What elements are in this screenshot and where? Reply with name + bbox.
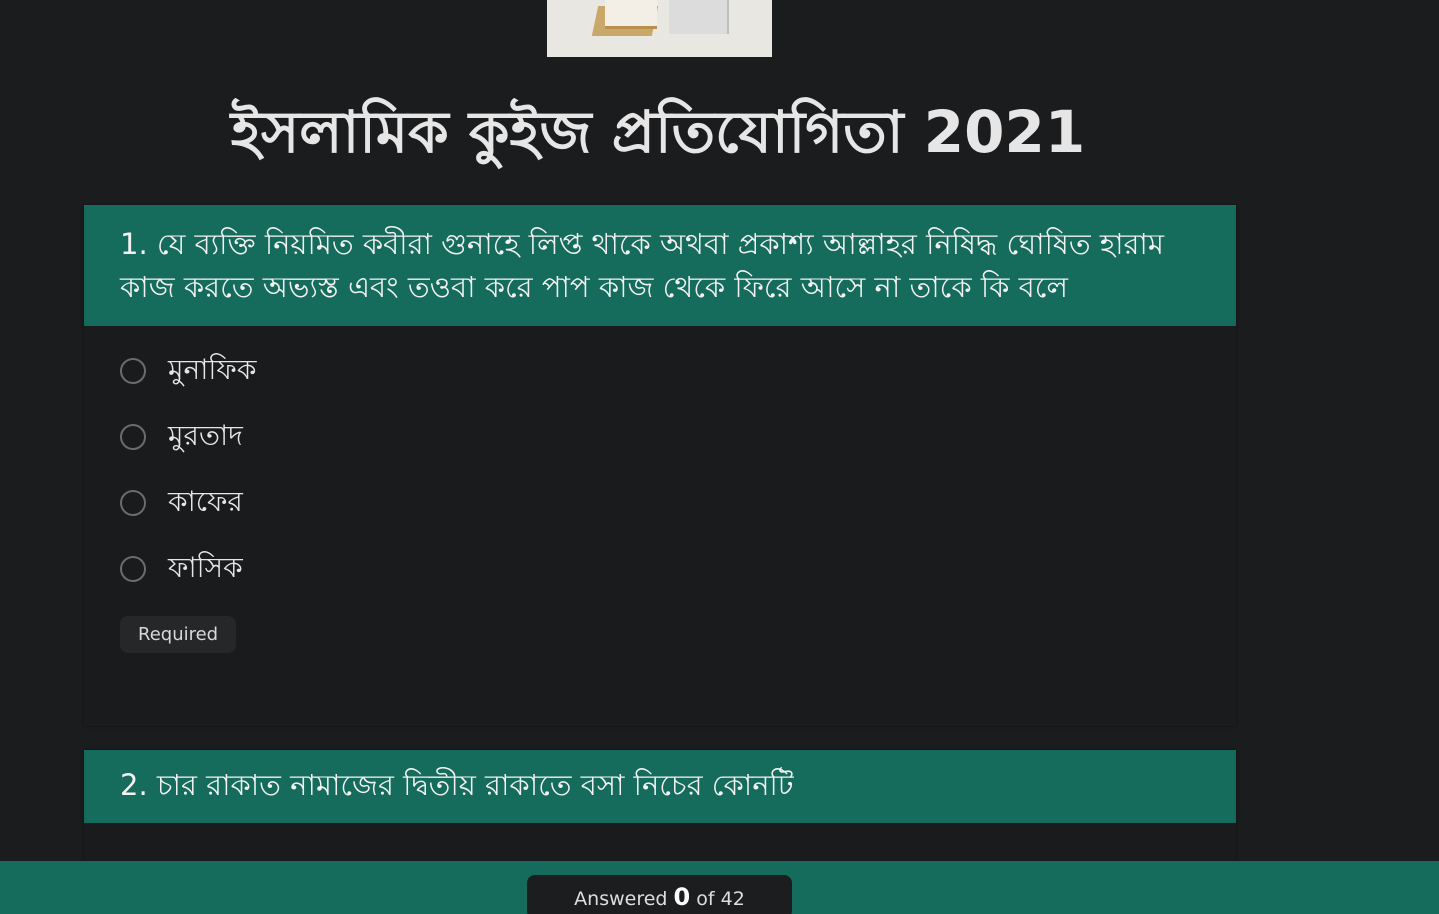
radio-button[interactable] bbox=[120, 490, 146, 516]
package-shape bbox=[669, 0, 729, 34]
answered-counter: Answered 0 of 42 bbox=[527, 875, 792, 914]
option-label: মুরতাদ bbox=[168, 418, 243, 452]
banner-image bbox=[547, 0, 772, 57]
option-3[interactable]: কাফের bbox=[84, 470, 1236, 536]
answered-label: Answered bbox=[574, 888, 668, 910]
answered-count: 0 bbox=[673, 883, 691, 911]
radio-button[interactable] bbox=[120, 424, 146, 450]
total-label: of 42 bbox=[696, 888, 745, 910]
question-card-1: 1. যে ব্যক্তি নিয়মিত কবীরা গুনাহে লিপ্ত… bbox=[84, 205, 1236, 726]
question-text: 2. চার রাকাত নামাজের দ্বিতীয় রাকাতে বসা… bbox=[84, 750, 1236, 823]
page-title: ইসলামিক কুইজ প্রতিযোগিতা 2021 bbox=[230, 98, 1086, 166]
radio-button[interactable] bbox=[120, 556, 146, 582]
option-1[interactable]: মুনাফিক bbox=[84, 338, 1236, 404]
option-label: ফাসিক bbox=[168, 550, 243, 584]
option-2[interactable]: মুরতাদ bbox=[84, 404, 1236, 470]
option-label: কাফের bbox=[168, 484, 243, 518]
quiz-page: ইসলামিক কুইজ প্রতিযোগিতা 2021 1. যে ব্যক… bbox=[0, 0, 1439, 914]
question-card-2: 2. চার রাকাত নামাজের দ্বিতীয় রাকাতে বসা… bbox=[84, 750, 1236, 861]
option-4[interactable]: ফাসিক bbox=[84, 536, 1236, 602]
required-badge: Required bbox=[120, 616, 237, 653]
radio-button[interactable] bbox=[120, 358, 146, 384]
option-label: মুনাফিক bbox=[168, 352, 257, 386]
question-text: 1. যে ব্যক্তি নিয়মিত কবীরা গুনাহে লিপ্ত… bbox=[84, 205, 1236, 326]
book-shape bbox=[605, 0, 657, 29]
